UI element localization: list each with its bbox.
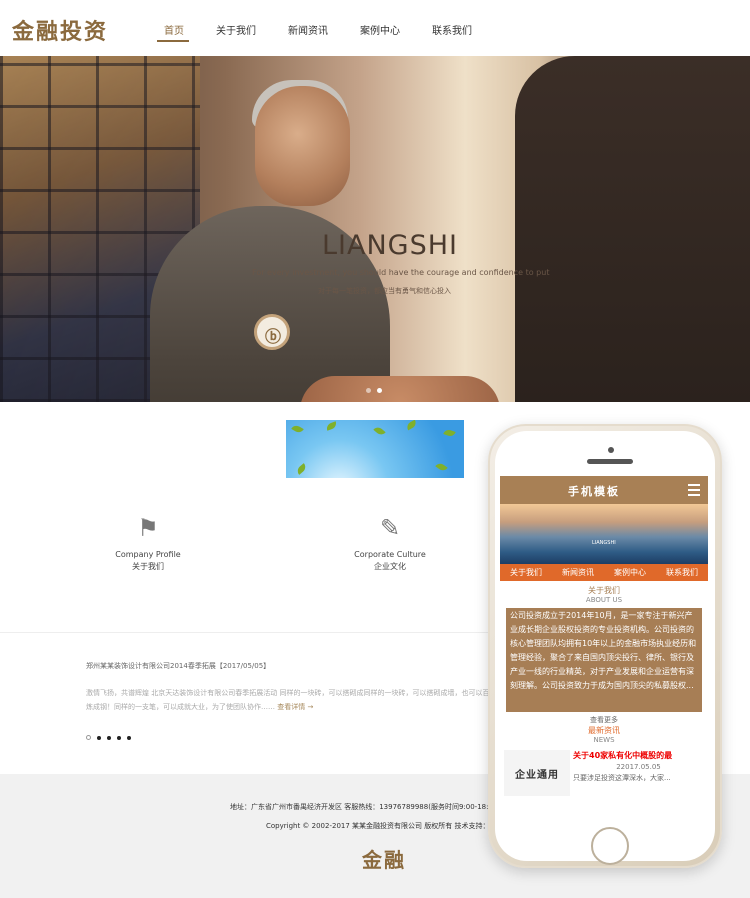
mobile-about-subheading: ABOUT US <box>585 596 623 604</box>
footer-logo: 金融 <box>362 848 406 872</box>
news-description: 激情飞扬，共谱辉煌 北京天达装饰设计有限公司春季拓展活动 同样的一块砖，可以搭砌… <box>86 686 496 714</box>
pin-glyph: ⓑ <box>265 327 282 346</box>
news-title[interactable]: 郑州某某装饰设计有限公司2014春季拓展【2017/05/05】 <box>86 661 270 671</box>
mobile-about-heading: 关于我们 <box>588 586 620 595</box>
leaf-icon <box>435 461 448 473</box>
feature-label-cn: 企业文化 <box>374 562 406 571</box>
read-more-link[interactable]: 查看详情 → <box>277 703 313 711</box>
hero-banner[interactable]: ⓑ LIANGSHI For every investment, you sho… <box>0 56 750 402</box>
banner-dot-active[interactable] <box>377 388 382 393</box>
mobile-more-link[interactable]: 查看更多 <box>500 715 708 725</box>
mobile-news-date: 22017.05.05 <box>616 763 661 771</box>
site-logo[interactable]: 金融投资 <box>12 14 108 46</box>
hamburger-menu-icon[interactable] <box>688 484 700 499</box>
news-pagination <box>86 735 131 740</box>
feature-label-en: Company Profile <box>115 550 181 559</box>
mobile-screen: 手机模板 LIANGSHI 关于我们 新闻资讯 案例中心 联系我们 关于我们 A… <box>500 476 708 814</box>
leaf-icon <box>325 421 338 431</box>
pager-dot[interactable] <box>117 735 121 740</box>
site-header: 金融投资 首页 关于我们 新闻资讯 案例中心 联系我们 <box>0 0 750 56</box>
banner-dot[interactable] <box>366 388 371 393</box>
pager-dot[interactable] <box>97 735 101 740</box>
pager-dot[interactable] <box>107 735 111 740</box>
nav-item-home[interactable]: 首页 <box>148 0 200 56</box>
pager-dot[interactable] <box>127 735 131 740</box>
leaf-icon <box>405 420 418 431</box>
mobile-banner-image: LIANGSHI <box>500 504 708 564</box>
mobile-title: 手机模板 <box>568 485 620 498</box>
mobile-news-item[interactable]: 企业通用 关于40家私有化中概股的最 22017.05.05 只要涉足投资这潭深… <box>500 750 708 798</box>
mobile-nav-contact[interactable]: 联系我们 <box>656 564 708 581</box>
banner-person-head <box>255 86 350 206</box>
nav-item-about[interactable]: 关于我们 <box>200 0 272 56</box>
main-nav: 首页 关于我们 新闻资讯 案例中心 联系我们 <box>148 0 488 56</box>
nav-item-cases[interactable]: 案例中心 <box>344 0 416 56</box>
banner-pagination <box>366 388 382 393</box>
feature-label-cn: 关于我们 <box>132 562 164 571</box>
feature-company-profile[interactable]: ⚑ Company Profile 关于我们 <box>88 514 208 572</box>
sky-advert-image[interactable] <box>286 420 464 478</box>
mobile-nav-about[interactable]: 关于我们 <box>500 564 552 581</box>
feature-label-en: Corporate Culture <box>354 550 426 559</box>
mobile-news-subheading: NEWS <box>593 736 615 744</box>
mobile-nav-news[interactable]: 新闻资讯 <box>552 564 604 581</box>
mobile-news-desc: 只要涉足投资这潭深水，大家... <box>573 774 671 782</box>
leaf-icon <box>373 425 386 437</box>
mobile-nav: 关于我们 新闻资讯 案例中心 联系我们 <box>500 564 708 581</box>
nav-item-news[interactable]: 新闻资讯 <box>272 0 344 56</box>
leaf-icon <box>295 463 308 475</box>
banner-title: LIANGSHI <box>322 230 458 261</box>
home-button <box>591 827 629 865</box>
mobile-news-thumbnail: 企业通用 <box>504 750 570 796</box>
feature-corporate-culture[interactable]: ✎ Corporate Culture 企业文化 <box>330 514 450 572</box>
divider <box>0 632 500 633</box>
banner-subtitle-en: For every investment, you should have th… <box>252 268 550 277</box>
mobile-news-body: 关于40家私有化中概股的最 22017.05.05 只要涉足投资这潭深水，大家.… <box>570 750 704 798</box>
leaf-icon <box>443 428 456 438</box>
lapel-pin-icon: ⓑ <box>254 314 290 350</box>
leaf-icon <box>291 423 304 435</box>
mobile-nav-cases[interactable]: 案例中心 <box>604 564 656 581</box>
nav-item-contact[interactable]: 联系我们 <box>416 0 488 56</box>
banner-person-right <box>515 56 750 402</box>
footer-copyright: Copyright © 2002-2017 某某金融投资有限公司 版权所有 技术… <box>266 822 490 830</box>
mobile-news-heading: 最新资讯 <box>588 726 620 735</box>
pen-tool-icon: ✎ <box>379 514 401 542</box>
pager-dot-active[interactable] <box>86 735 91 740</box>
mobile-banner-text: LIANGSHI <box>592 540 616 546</box>
speaker-grille <box>587 459 633 464</box>
camera-icon <box>608 447 614 453</box>
flag-icon: ⚑ <box>137 514 159 542</box>
banner-handshake <box>300 376 500 402</box>
banner-subtitle-cn: 对于每一笔投资，都应当有勇气和信心投入 <box>318 287 451 295</box>
mobile-header: 手机模板 <box>500 476 708 504</box>
mobile-about-text: 公司投资成立于2014年10月，是一家专注于新兴产业成长期企业股权投资的专业投资… <box>506 608 702 712</box>
footer-address: 地址：广东省广州市番禺经济开发区 客服热线：13976789988(服务时间9:… <box>230 803 501 811</box>
mobile-news-title[interactable]: 关于40家私有化中概股的最 <box>573 750 704 761</box>
